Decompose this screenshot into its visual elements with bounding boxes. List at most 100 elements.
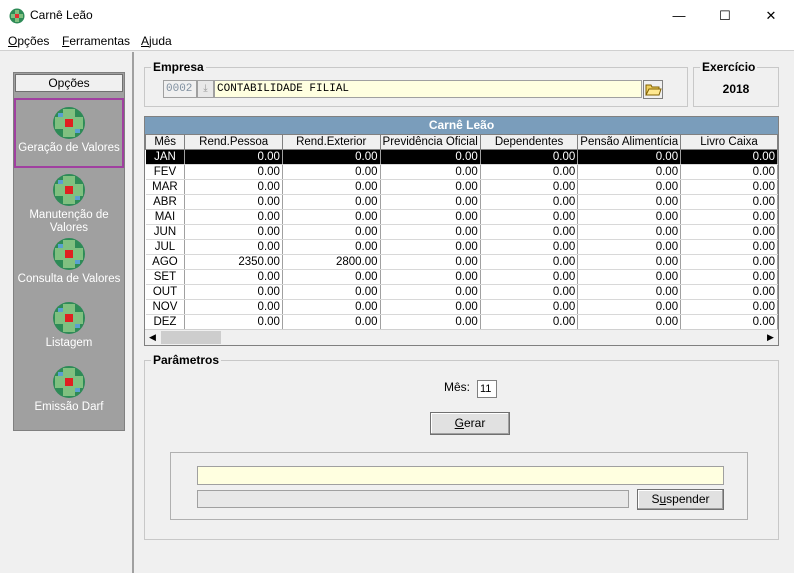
- value-cell[interactable]: 0.00: [480, 164, 579, 180]
- value-cell[interactable]: 0.00: [282, 209, 381, 225]
- value-cell[interactable]: 0.00: [380, 149, 481, 165]
- value-cell[interactable]: 0.00: [380, 224, 481, 240]
- value-cell[interactable]: 0.00: [380, 209, 481, 225]
- value-cell[interactable]: 0.00: [680, 284, 778, 300]
- scroll-right-icon[interactable]: ▶: [767, 332, 774, 343]
- value-cell[interactable]: 0.00: [577, 269, 682, 285]
- value-cell[interactable]: 0.00: [577, 299, 682, 315]
- column-header[interactable]: Rend.Exterior: [281, 134, 381, 150]
- company-name-field[interactable]: CONTABILIDADE FILIAL: [214, 80, 642, 98]
- value-cell[interactable]: 0.00: [282, 284, 381, 300]
- value-cell[interactable]: 0.00: [282, 164, 381, 180]
- close-button[interactable]: ✕: [748, 0, 794, 31]
- month-cell[interactable]: JAN: [145, 149, 186, 165]
- value-cell[interactable]: 0.00: [480, 209, 579, 225]
- menu-ajuda[interactable]: Ajuda: [141, 34, 172, 48]
- value-cell[interactable]: 0.00: [282, 239, 381, 255]
- table-row[interactable]: OUT 0.00 0.00 0.00 0.00 0.00 0.00: [145, 284, 778, 300]
- month-cell[interactable]: AGO: [145, 254, 186, 270]
- sidebar-item-manutencao[interactable]: Manutenção de Valores: [14, 173, 124, 235]
- value-cell[interactable]: 0.00: [480, 299, 579, 315]
- value-cell[interactable]: 0.00: [380, 164, 481, 180]
- value-cell[interactable]: 0.00: [184, 314, 283, 330]
- value-cell[interactable]: 0.00: [577, 314, 682, 330]
- mes-field[interactable]: 11: [477, 380, 497, 398]
- value-cell[interactable]: 0.00: [680, 269, 778, 285]
- column-header[interactable]: Previdência Oficial: [379, 134, 481, 150]
- sidebar-item-consulta[interactable]: Consulta de Valores: [14, 237, 124, 299]
- value-cell[interactable]: 0.00: [380, 179, 481, 195]
- minimize-button[interactable]: —: [656, 0, 702, 31]
- month-cell[interactable]: JUL: [145, 239, 186, 255]
- value-cell[interactable]: 0.00: [282, 194, 381, 210]
- table-row[interactable]: DEZ 0.00 0.00 0.00 0.00 0.00 0.00: [145, 314, 778, 330]
- open-folder-button[interactable]: [643, 80, 663, 99]
- month-cell[interactable]: SET: [145, 269, 186, 285]
- value-cell[interactable]: 0.00: [577, 209, 682, 225]
- column-header[interactable]: Pensão Alimentícia: [577, 134, 682, 150]
- value-cell[interactable]: 0.00: [480, 314, 579, 330]
- value-cell[interactable]: 0.00: [184, 239, 283, 255]
- value-cell[interactable]: 0.00: [184, 299, 283, 315]
- column-header[interactable]: Livro Caixa: [680, 134, 778, 150]
- value-cell[interactable]: 0.00: [577, 224, 682, 240]
- value-cell[interactable]: 0.00: [380, 239, 481, 255]
- value-cell[interactable]: 0.00: [577, 149, 682, 165]
- value-cell[interactable]: 0.00: [680, 224, 778, 240]
- month-cell[interactable]: OUT: [145, 284, 186, 300]
- company-code-field[interactable]: 0002: [163, 80, 197, 98]
- value-cell[interactable]: 0.00: [282, 224, 381, 240]
- value-cell[interactable]: 0.00: [184, 224, 283, 240]
- value-cell[interactable]: 0.00: [380, 284, 481, 300]
- value-cell[interactable]: 0.00: [380, 314, 481, 330]
- value-cell[interactable]: 0.00: [184, 284, 283, 300]
- value-cell[interactable]: 0.00: [480, 179, 579, 195]
- options-header[interactable]: Opções: [15, 74, 123, 92]
- value-cell[interactable]: 0.00: [577, 254, 682, 270]
- suspender-button[interactable]: Suspender: [637, 489, 724, 510]
- value-cell[interactable]: 0.00: [282, 299, 381, 315]
- value-cell[interactable]: 2800.00: [282, 254, 381, 270]
- value-cell[interactable]: 0.00: [680, 179, 778, 195]
- value-cell[interactable]: 0.00: [577, 194, 682, 210]
- value-cell[interactable]: 0.00: [380, 194, 481, 210]
- value-cell[interactable]: 0.00: [380, 269, 481, 285]
- table-row[interactable]: JUL 0.00 0.00 0.00 0.00 0.00 0.00: [145, 239, 778, 255]
- value-cell[interactable]: 0.00: [380, 254, 481, 270]
- month-cell[interactable]: JUN: [145, 224, 186, 240]
- value-cell[interactable]: 0.00: [577, 164, 682, 180]
- month-cell[interactable]: ABR: [145, 194, 186, 210]
- month-cell[interactable]: NOV: [145, 299, 186, 315]
- value-cell[interactable]: 0.00: [282, 269, 381, 285]
- value-cell[interactable]: 0.00: [577, 179, 682, 195]
- table-row[interactable]: JUN 0.00 0.00 0.00 0.00 0.00 0.00: [145, 224, 778, 240]
- value-cell[interactable]: 0.00: [680, 254, 778, 270]
- horizontal-scrollbar[interactable]: ◀ ▶: [145, 329, 778, 345]
- value-cell[interactable]: 0.00: [480, 149, 579, 165]
- column-header[interactable]: Mês: [145, 134, 186, 150]
- table-row[interactable]: SET 0.00 0.00 0.00 0.00 0.00 0.00: [145, 269, 778, 285]
- sidebar-item-emissao-darf[interactable]: Emissão Darf: [14, 365, 124, 427]
- value-cell[interactable]: 0.00: [680, 314, 778, 330]
- value-cell[interactable]: 0.00: [282, 179, 381, 195]
- value-cell[interactable]: 0.00: [680, 164, 778, 180]
- value-cell[interactable]: 0.00: [480, 269, 579, 285]
- value-cell[interactable]: 0.00: [480, 239, 579, 255]
- value-cell[interactable]: 0.00: [680, 194, 778, 210]
- value-cell[interactable]: 0.00: [184, 179, 283, 195]
- value-cell[interactable]: 0.00: [184, 209, 283, 225]
- table-row[interactable]: MAR 0.00 0.00 0.00 0.00 0.00 0.00: [145, 179, 778, 195]
- value-cell[interactable]: 0.00: [680, 239, 778, 255]
- maximize-button[interactable]: ☐: [702, 0, 748, 31]
- value-cell[interactable]: 0.00: [680, 209, 778, 225]
- value-cell[interactable]: 0.00: [184, 269, 283, 285]
- value-cell[interactable]: 0.00: [577, 284, 682, 300]
- value-cell[interactable]: 0.00: [184, 164, 283, 180]
- value-cell[interactable]: 0.00: [480, 254, 579, 270]
- column-header[interactable]: Rend.Pessoa: [184, 134, 283, 150]
- value-cell[interactable]: 0.00: [480, 224, 579, 240]
- month-cell[interactable]: MAI: [145, 209, 186, 225]
- value-cell[interactable]: 0.00: [282, 314, 381, 330]
- table-row[interactable]: FEV 0.00 0.00 0.00 0.00 0.00 0.00: [145, 164, 778, 180]
- scrollbar-thumb[interactable]: [161, 331, 221, 344]
